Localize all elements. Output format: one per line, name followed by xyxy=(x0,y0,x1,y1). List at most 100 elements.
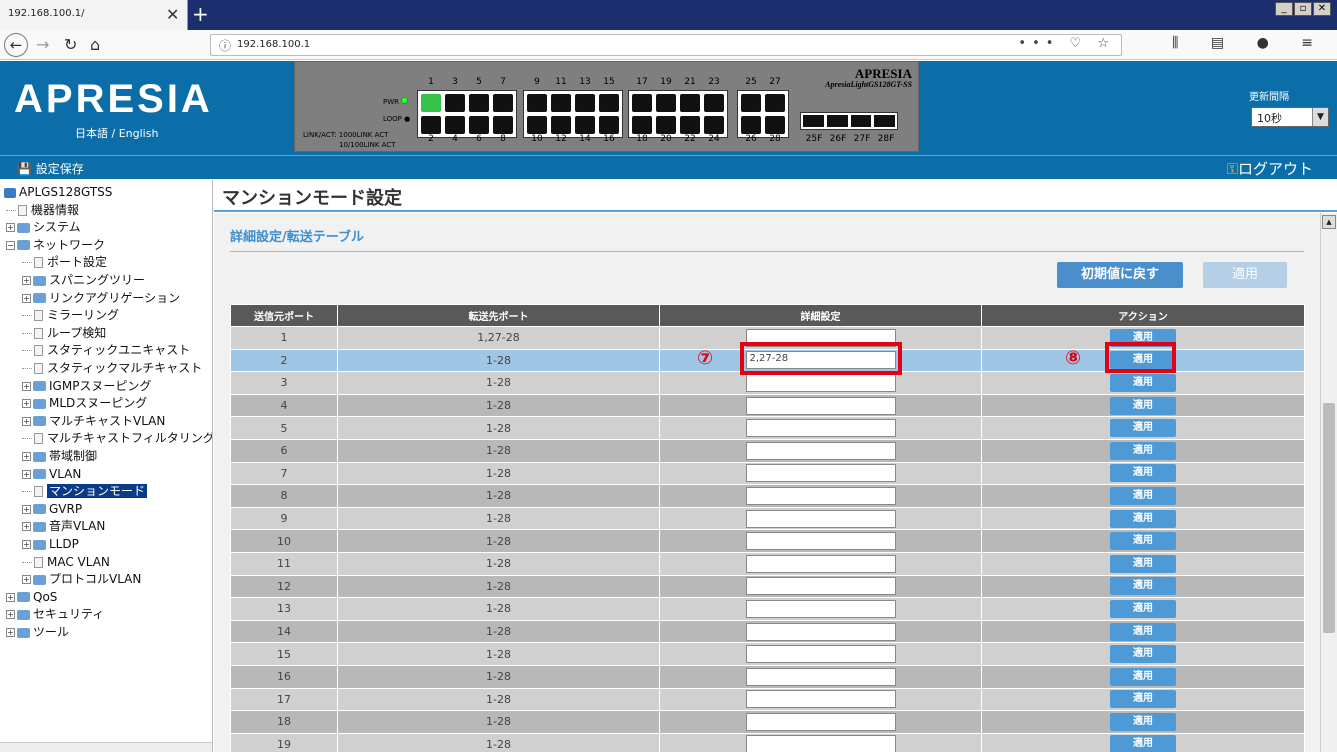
expand-icon[interactable]: + xyxy=(22,416,31,426)
port[interactable] xyxy=(551,94,571,112)
sidebar-item[interactable]: マンションモード xyxy=(22,483,148,500)
page-actions-icon[interactable]: ••• ♡ ☆ xyxy=(1018,36,1115,51)
sidebar-item[interactable]: + QoS xyxy=(6,589,57,606)
detail-input[interactable] xyxy=(745,486,896,505)
close-window-icon[interactable]: ✕ xyxy=(1313,2,1331,16)
port-1[interactable] xyxy=(421,94,441,112)
row-apply-button[interactable]: 適用 xyxy=(1110,464,1176,483)
port[interactable] xyxy=(704,94,724,112)
port-2[interactable] xyxy=(421,116,441,134)
detail-input[interactable] xyxy=(745,373,896,392)
row-apply-button[interactable]: 適用 xyxy=(1110,712,1176,731)
port-7[interactable] xyxy=(493,94,513,112)
port-3[interactable] xyxy=(445,94,465,112)
port[interactable] xyxy=(741,116,761,134)
port[interactable] xyxy=(551,116,571,134)
sidebar-item[interactable]: + LLDP xyxy=(22,536,79,553)
row-apply-button[interactable]: 適用 xyxy=(1110,396,1176,415)
sidebar-item[interactable]: + GVRP xyxy=(22,501,82,518)
sidebar-item[interactable]: + プロトコルVLAN xyxy=(22,571,141,588)
sidebar-item[interactable]: ループ検知 xyxy=(22,325,106,342)
port[interactable] xyxy=(599,94,619,112)
sfp-port[interactable] xyxy=(826,115,848,127)
sidebar-item[interactable]: + ツール xyxy=(6,624,69,641)
save-config-button[interactable]: 💾 設定保存 xyxy=(17,160,84,177)
chevron-down-icon[interactable]: ▼ xyxy=(1312,108,1328,126)
port[interactable] xyxy=(575,116,595,134)
detail-input[interactable] xyxy=(745,690,896,709)
sidebar-item[interactable]: + リンクアグリゲーション xyxy=(22,290,180,307)
expand-icon[interactable]: + xyxy=(22,452,31,461)
browser-tab[interactable]: 192.168.100.1/ ✕ xyxy=(0,0,188,30)
expand-icon[interactable]: + xyxy=(6,610,15,620)
back-arrow-icon[interactable]: ← xyxy=(4,33,28,57)
port[interactable] xyxy=(632,94,652,112)
row-apply-button[interactable]: 適用 xyxy=(1110,690,1176,709)
detail-input[interactable] xyxy=(745,509,896,528)
detail-input[interactable] xyxy=(745,554,896,573)
port-4[interactable] xyxy=(445,116,465,134)
port[interactable] xyxy=(765,116,785,134)
scroll-thumb[interactable] xyxy=(1323,403,1335,633)
reset-defaults-button[interactable]: 初期値に戻す xyxy=(1057,262,1183,288)
row-apply-button[interactable]: 適用 xyxy=(1110,509,1176,528)
port[interactable] xyxy=(741,94,761,112)
expand-icon[interactable]: + xyxy=(22,381,31,391)
minimize-icon[interactable]: _ xyxy=(1275,2,1293,16)
detail-input[interactable] xyxy=(745,645,896,664)
port-6[interactable] xyxy=(469,116,489,134)
expand-icon[interactable]: + xyxy=(22,522,31,532)
expand-icon[interactable]: + xyxy=(22,293,31,303)
row-apply-button[interactable]: 適用 xyxy=(1110,645,1176,664)
row-apply-button[interactable]: 適用 xyxy=(1110,554,1176,573)
sidebar-item[interactable]: ポート設定 xyxy=(22,254,107,271)
expand-icon[interactable]: + xyxy=(22,469,31,479)
sidebar-item[interactable]: + マルチキャストVLAN xyxy=(22,413,165,430)
detail-input[interactable] xyxy=(745,532,896,551)
expand-icon[interactable]: + xyxy=(6,628,15,637)
apply-all-button[interactable]: 適用 xyxy=(1203,262,1287,288)
sidebar-item[interactable]: − ネットワーク xyxy=(6,237,105,254)
expand-icon[interactable]: + xyxy=(22,575,31,585)
detail-input[interactable] xyxy=(745,577,896,596)
expand-icon[interactable]: + xyxy=(6,223,15,233)
port[interactable] xyxy=(680,116,700,134)
reload-icon[interactable]: ↻ xyxy=(64,35,77,54)
detail-input[interactable] xyxy=(745,396,896,415)
toolbar-menu-icons[interactable]: ⫼ ▤ ● ≡ xyxy=(1172,35,1327,51)
row-apply-button[interactable]: 適用 xyxy=(1110,486,1176,505)
port[interactable] xyxy=(656,116,676,134)
port[interactable] xyxy=(632,116,652,134)
language-switch[interactable]: 日本語 / English xyxy=(75,125,158,141)
sidebar-item[interactable]: スタティックユニキャスト xyxy=(22,342,190,359)
sidebar-item[interactable]: マルチキャストフィルタリング xyxy=(22,430,212,447)
url-text[interactable]: 192.168.100.1 xyxy=(237,39,310,50)
refresh-interval-select[interactable]: 10秒 ▼ xyxy=(1251,107,1329,127)
sidebar-item[interactable]: + スパニングツリー xyxy=(22,272,145,289)
port-8[interactable] xyxy=(493,116,513,134)
sidebar-horizontal-scrollbar[interactable] xyxy=(0,742,212,752)
row-apply-button[interactable]: 適用 xyxy=(1110,373,1176,392)
detail-input[interactable] xyxy=(745,712,896,731)
port[interactable] xyxy=(765,94,785,112)
logout-button[interactable]: ⚿ログアウト xyxy=(1227,158,1313,179)
sidebar-item[interactable]: + 音声VLAN xyxy=(22,518,105,535)
port[interactable] xyxy=(575,94,595,112)
row-apply-button[interactable]: 適用 xyxy=(1110,622,1176,641)
detail-input[interactable] xyxy=(745,419,896,438)
port[interactable] xyxy=(527,94,547,112)
close-tab-icon[interactable]: ✕ xyxy=(166,5,179,24)
main-vertical-scrollbar[interactable]: ▲ xyxy=(1320,213,1337,752)
port[interactable] xyxy=(680,94,700,112)
sidebar-item[interactable]: APLGS128GTSS xyxy=(4,184,112,201)
expand-icon[interactable]: + xyxy=(22,399,31,409)
detail-input[interactable] xyxy=(745,667,896,686)
sfp-port[interactable] xyxy=(850,115,872,127)
sfp-port[interactable] xyxy=(874,115,895,127)
detail-input[interactable] xyxy=(745,622,896,641)
port[interactable] xyxy=(704,116,724,134)
detail-input[interactable] xyxy=(745,464,896,483)
sidebar-item[interactable]: + IGMPスヌーピング xyxy=(22,378,151,395)
port-5[interactable] xyxy=(469,94,489,112)
detail-input[interactable] xyxy=(745,599,896,618)
